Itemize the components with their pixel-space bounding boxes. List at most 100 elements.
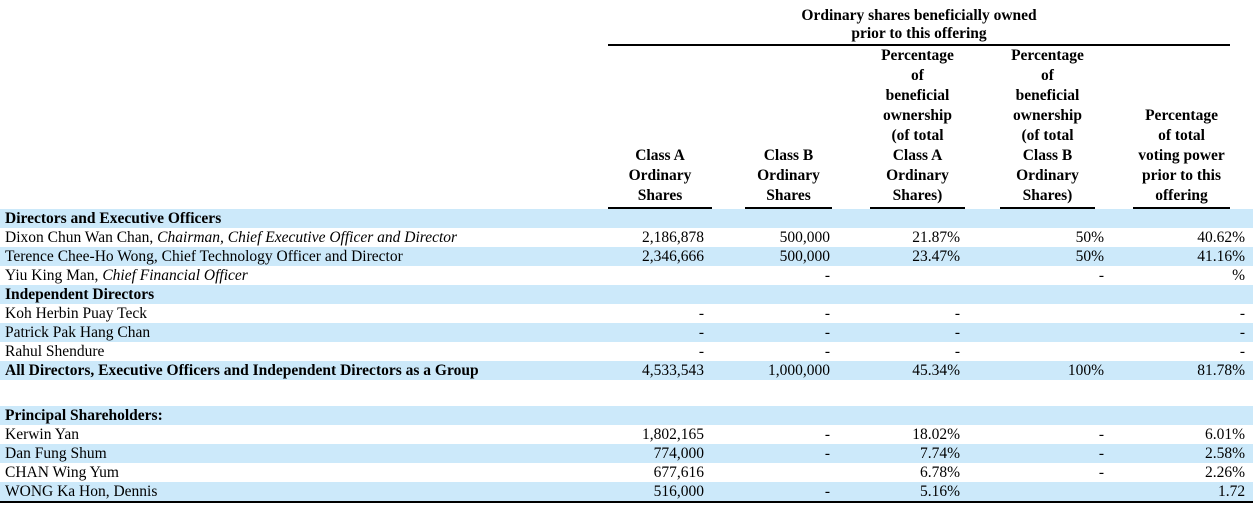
table-footer [0,502,1253,514]
row-label: WONG Ka Hon, Dennis [5,483,157,500]
value-cell [968,209,1108,228]
value-cell: 100% [968,361,1108,380]
value-cell: 6.01% [1108,425,1253,444]
value-cell: 50% [968,247,1108,266]
row-label-cell: Patrick Pak Hang Chan [0,323,600,342]
column-header-class-b-shares: Class BOrdinaryShares [712,46,836,209]
value-cell [712,463,836,482]
column-header-pct-class-b: Percentageofbeneficialownership(of total… [968,46,1108,209]
group-header-cell: Ordinary shares beneficially owned prior… [600,0,1253,46]
person-row: Yiu King Man, Chief Financial Officer--% [0,266,1253,285]
row-label-cell: Rahul Shendure [0,342,600,361]
row-label-cell: Dan Fung Shum [0,444,600,463]
value-cell [968,323,1108,342]
spacer-cell [0,380,1253,406]
row-label-cell: Kerwin Yan [0,425,600,444]
value-cell: - [968,444,1108,463]
value-cell: 2.26% [1108,463,1253,482]
value-cell [712,285,836,304]
row-label: Dixon Chun Wan Chan, [5,229,153,246]
person-row: CHAN Wing Yum677,6166.78%-2.26% [0,463,1253,482]
value-cell: 500,000 [712,247,836,266]
value-cell: 21.87% [836,228,968,247]
value-cell: 23.47% [836,247,968,266]
row-label-cell: Koh Herbin Puay Teck [0,304,600,323]
value-cell: - [712,444,836,463]
value-cell: 50% [968,228,1108,247]
value-cell: - [1108,323,1253,342]
row-label: Kerwin Yan [5,426,79,443]
value-cell: 2,346,666 [600,247,712,266]
value-cell: - [836,323,968,342]
value-cell: - [712,425,836,444]
value-cell: % [1108,266,1253,285]
section-row: Independent Directors [0,285,1253,304]
value-cell [836,266,968,285]
table-header: Ordinary shares beneficially owned prior… [0,0,1253,209]
value-cell [836,285,968,304]
value-cell: - [1108,304,1253,323]
value-cell: 7.74% [836,444,968,463]
section-row: Principal Shareholders: [0,406,1253,425]
value-cell: - [712,342,836,361]
value-cell: - [712,323,836,342]
group-header-line1: Ordinary shares beneficially owned [608,7,1230,25]
value-cell: 5.16% [836,482,968,502]
row-title: Chairman, Chief Executive Officer and Di… [153,229,457,246]
person-row: Terence Chee-Ho Wong, Chief Technology O… [0,247,1253,266]
row-label: Terence Chee-Ho Wong, [5,248,158,265]
value-cell [600,406,712,425]
group-header-title: Ordinary shares beneficially owned prior… [608,0,1230,43]
column-header-voting-power: Percentageof totalvoting powerprior to t… [1108,46,1253,209]
column-header-pct-class-a: Percentageofbeneficialownership(of total… [836,46,968,209]
value-cell: - [712,482,836,502]
value-cell: 1,000,000 [712,361,836,380]
value-cell [1108,209,1253,228]
value-cell: - [600,323,712,342]
bottom-rule [0,502,1253,514]
value-cell: - [836,342,968,361]
value-cell: - [968,266,1108,285]
value-cell: - [600,304,712,323]
value-cell [1108,406,1253,425]
row-label: Yiu King Man, [5,267,98,284]
value-cell: 1,802,165 [600,425,712,444]
value-cell [600,209,712,228]
value-cell: 2,186,878 [600,228,712,247]
person-row: Kerwin Yan1,802,165-18.02%-6.01% [0,425,1253,444]
value-cell: 516,000 [600,482,712,502]
person-row: Patrick Pak Hang Chan---- [0,323,1253,342]
value-cell: 40.62% [1108,228,1253,247]
value-cell [1108,285,1253,304]
value-cell [712,406,836,425]
value-cell: 1.72 [1108,482,1253,502]
row-label: Directors and Executive Officers [5,210,221,227]
value-cell [968,342,1108,361]
row-title: Chief Financial Officer [98,267,247,284]
person-row: All Directors, Executive Officers and In… [0,361,1253,380]
row-label: Koh Herbin Puay Teck [5,305,147,322]
group-header-row: Ordinary shares beneficially owned prior… [0,0,1253,46]
table-body: Directors and Executive OfficersDixon Ch… [0,209,1253,502]
row-label-cell: All Directors, Executive Officers and In… [0,361,600,380]
person-row: WONG Ka Hon, Dennis 516,000-5.16% 1.72 [0,482,1253,502]
value-cell: 4,533,543 [600,361,712,380]
section-row: Directors and Executive Officers [0,209,1253,228]
person-row: Dan Fung Shum774,000-7.74%-2.58% [0,444,1253,463]
value-cell: - [712,304,836,323]
row-label: Dan Fung Shum [5,445,107,462]
empty-corner-cell [0,0,600,46]
row-label-cell: Terence Chee-Ho Wong, Chief Technology O… [0,247,600,266]
bottom-rule-row [0,502,1253,514]
value-cell: 45.34% [836,361,968,380]
value-cell: 41.16% [1108,247,1253,266]
column-header-row: Class AOrdinaryShares Class BOrdinarySha… [0,46,1253,209]
value-cell [712,209,836,228]
row-label: Rahul Shendure [5,343,104,360]
row-label-cell: Dixon Chun Wan Chan, Chairman, Chief Exe… [0,228,600,247]
value-cell [600,266,712,285]
person-row: Dixon Chun Wan Chan, Chairman, Chief Exe… [0,228,1253,247]
value-cell: 774,000 [600,444,712,463]
value-cell: - [836,304,968,323]
row-label-cell: Yiu King Man, Chief Financial Officer [0,266,600,285]
